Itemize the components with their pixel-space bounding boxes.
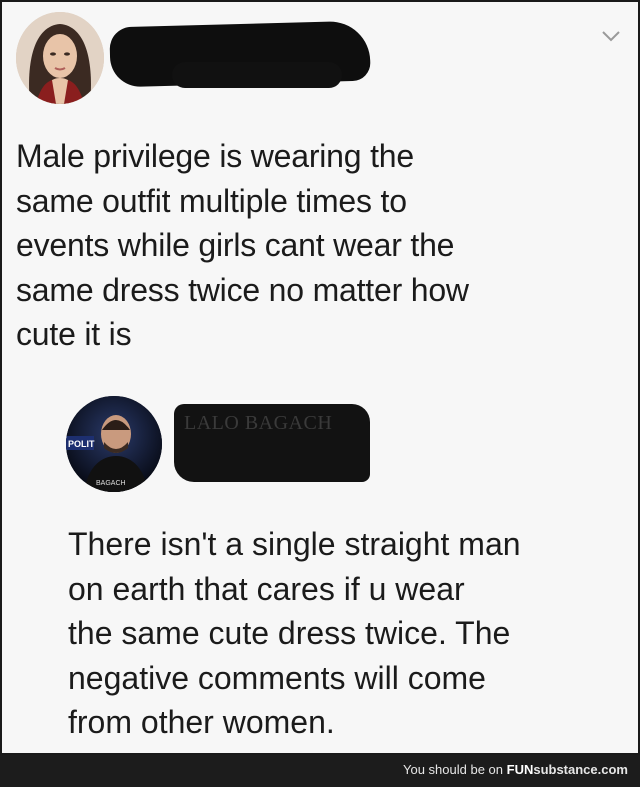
post-text: Male privilege is wearing the same outfi… — [16, 138, 469, 352]
chevron-down-icon[interactable] — [600, 28, 622, 44]
poster-avatar[interactable] — [16, 12, 104, 104]
avatar-caption-bottom: BAGACH — [96, 480, 126, 487]
reply-avatar[interactable]: POLIT BAGACH — [66, 396, 162, 492]
reply-text: There isn't a single straight man on ear… — [68, 526, 521, 740]
screenshot-frame: Male privilege is wearing the same outfi… — [0, 0, 640, 755]
watermark-brand-bold: FUN — [506, 762, 534, 777]
watermark-bar: You should be on FUNsubstance.com — [0, 755, 640, 787]
watermark-brand-rest: substance.com — [533, 762, 628, 777]
woman-portrait-icon — [16, 12, 104, 104]
reply-name-ghost: LALO BAGACH — [184, 412, 333, 434]
avatar-caption-left: POLIT — [68, 439, 95, 449]
watermark-prefix: You should be on — [403, 762, 507, 777]
watermark-text: You should be on FUNsubstance.com — [403, 762, 628, 777]
redacted-handle-scribble — [172, 62, 342, 88]
